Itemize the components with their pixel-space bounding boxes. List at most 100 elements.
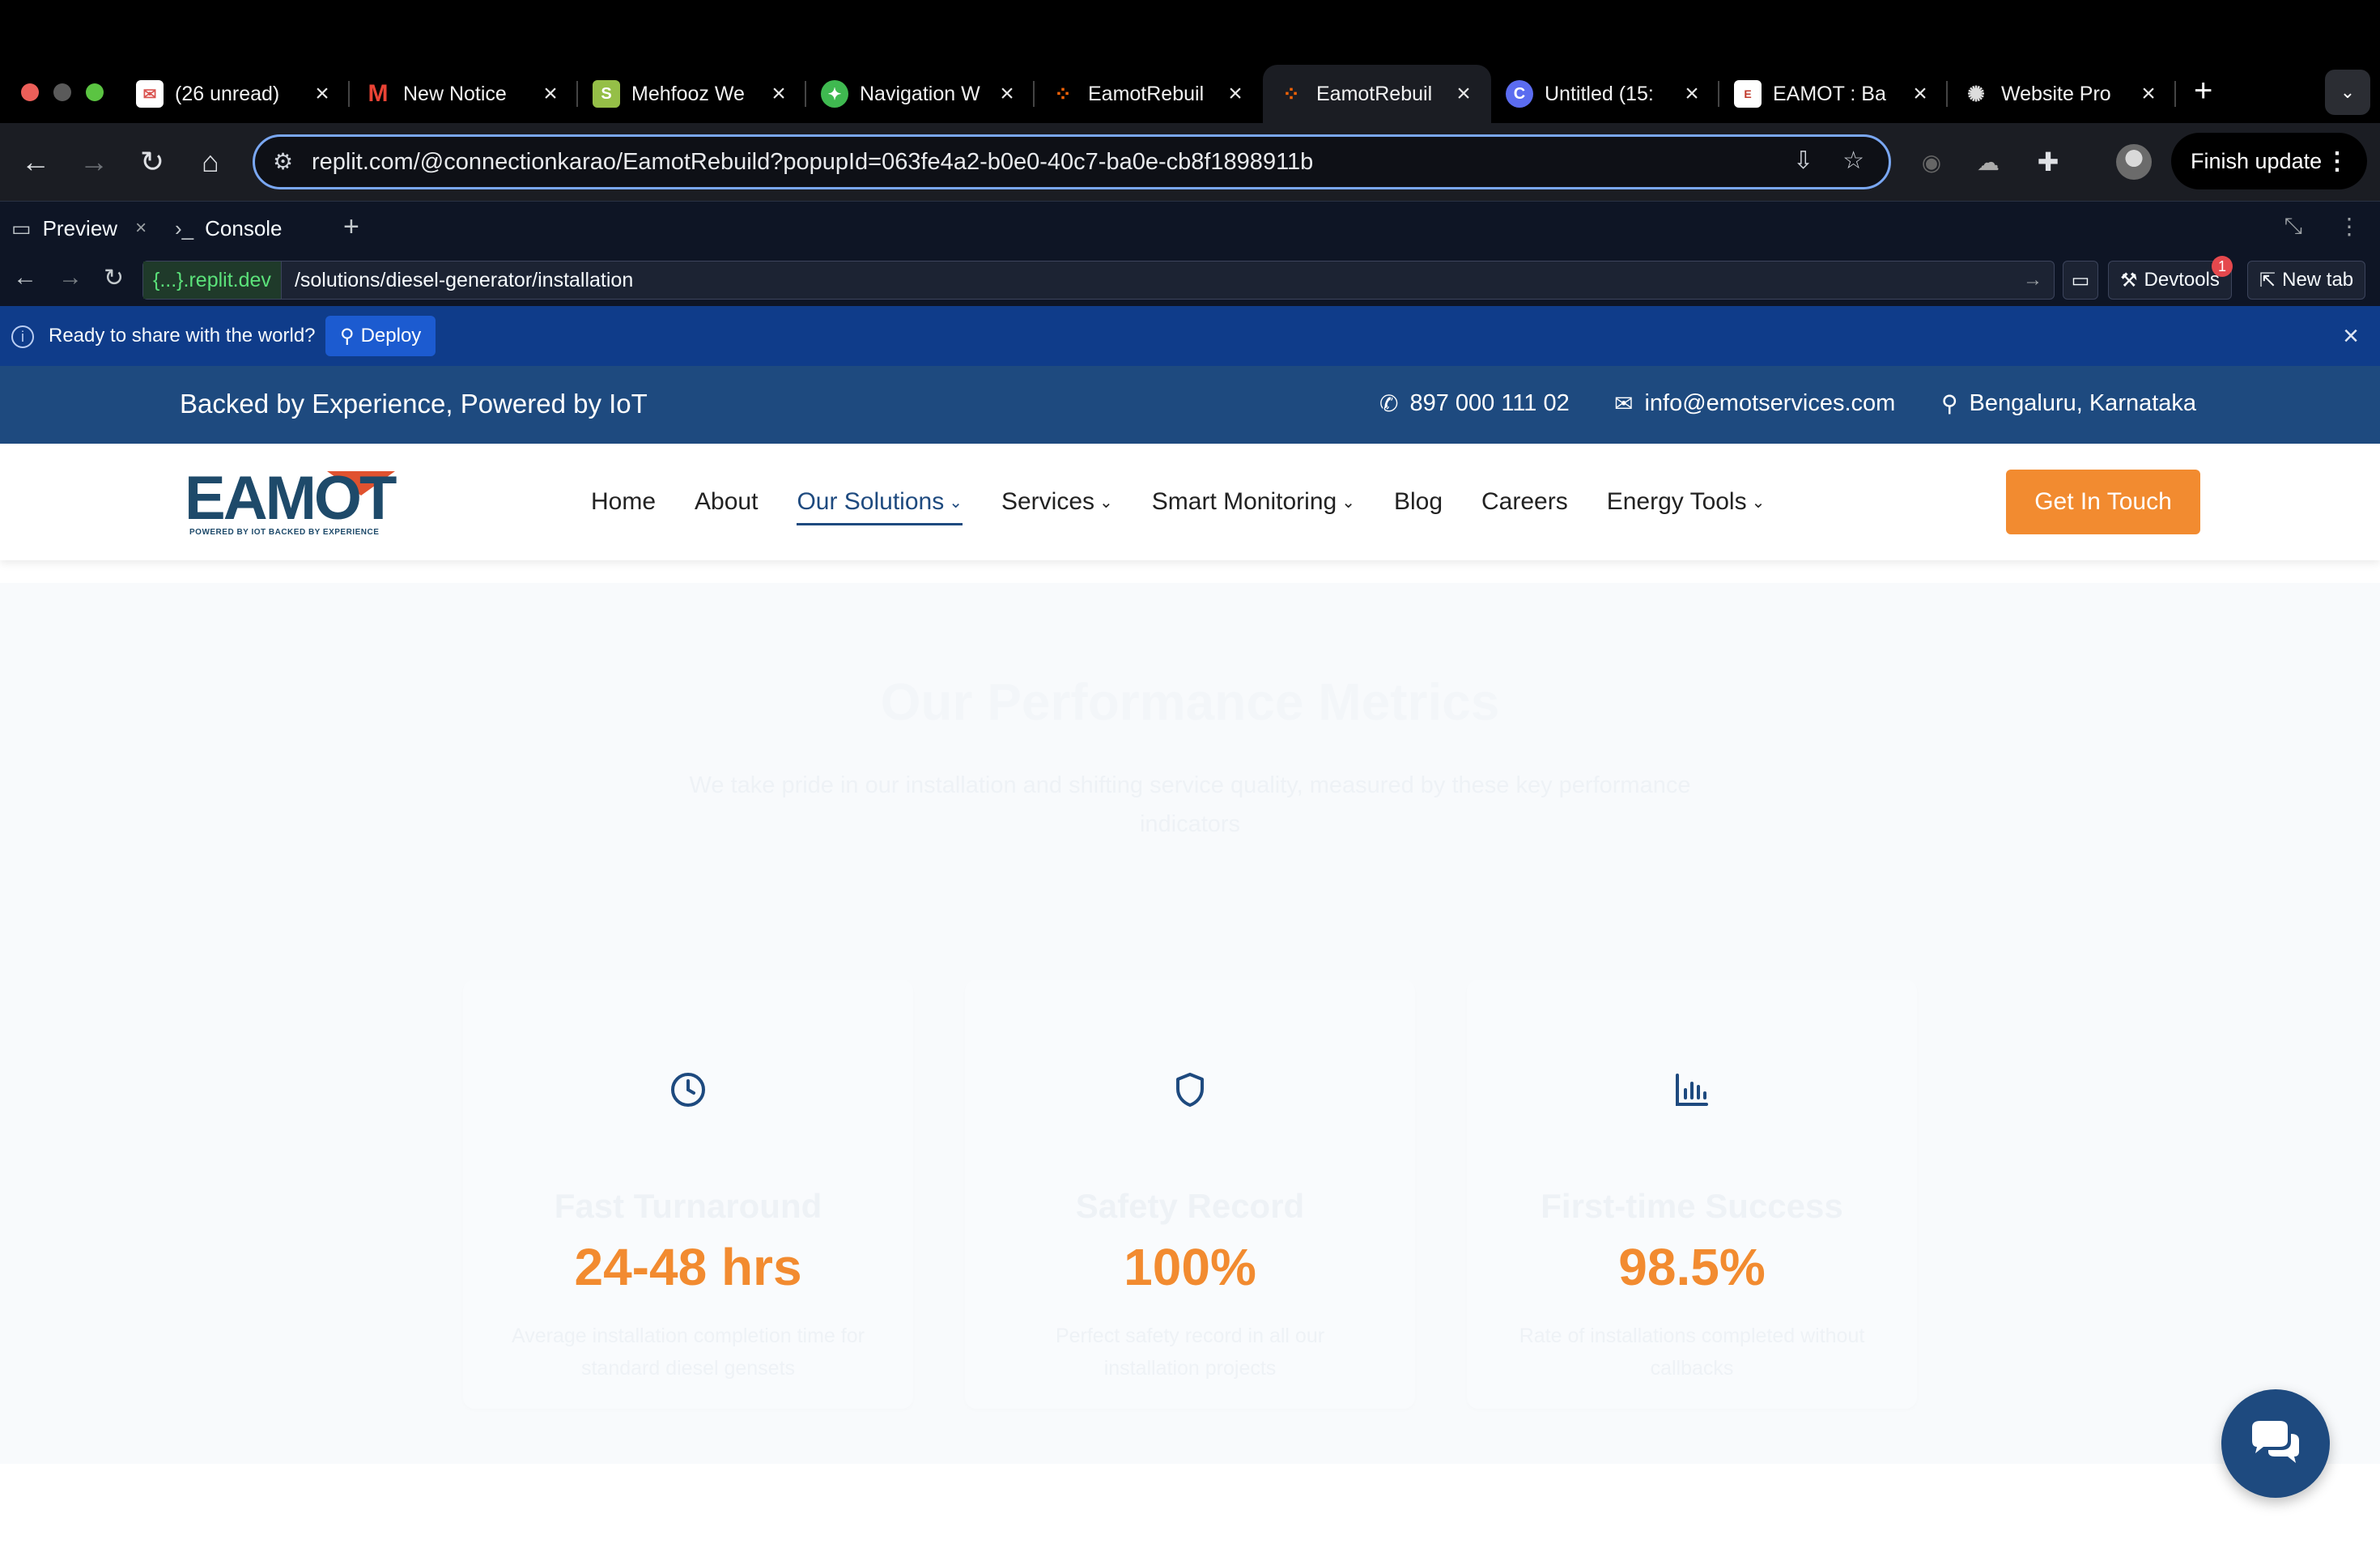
device-icon[interactable]: ▭ bbox=[2063, 261, 2098, 300]
reload-icon[interactable]: ↻ bbox=[131, 141, 173, 183]
close-icon[interactable]: × bbox=[1681, 80, 1703, 108]
get-in-touch-button[interactable]: Get In Touch bbox=[2006, 470, 2200, 534]
nav-label: Home bbox=[591, 488, 657, 515]
browser-toolbar: ← → ↻ ⌂ ⚙ replit.com/@connectionkarao/Ea… bbox=[0, 123, 2380, 201]
info-icon: i bbox=[11, 325, 34, 348]
tab-preview[interactable]: ▭ Preview × bbox=[11, 202, 147, 255]
preview-host: {...}.replit.dev bbox=[143, 262, 282, 299]
collapse-icon[interactable]: ⤡ bbox=[2284, 213, 2302, 240]
chevron-down-icon: ⌄ bbox=[1751, 493, 1766, 512]
finish-update-button[interactable]: Finish update ⋮ bbox=[2171, 133, 2367, 189]
site-settings-icon[interactable]: ⚙ bbox=[273, 148, 293, 175]
close-icon[interactable]: × bbox=[2343, 321, 2359, 352]
gmail-icon: M bbox=[368, 80, 389, 107]
browser-tab[interactable]: C Untitled (15: × bbox=[1491, 65, 1719, 123]
pane-actions: ⤡ ⋮ bbox=[2284, 213, 2361, 240]
close-icon[interactable]: × bbox=[539, 80, 562, 108]
go-arrow-icon[interactable]: → bbox=[2023, 269, 2042, 291]
eamot-logo[interactable]: EAMOT POWERED BY IOT BACKED BY EXPERIENC… bbox=[185, 468, 397, 538]
close-icon[interactable]: × bbox=[996, 80, 1018, 108]
nav-label: Smart Monitoring bbox=[1151, 488, 1337, 515]
nav-careers[interactable]: Careers bbox=[1481, 488, 1568, 516]
location-text: Bengaluru, Karnataka bbox=[1969, 390, 2197, 416]
extension-cloud-icon[interactable]: ☁ bbox=[1967, 141, 2009, 183]
tab-search-button[interactable]: ⌄ bbox=[2325, 70, 2370, 115]
extensions-puzzle-icon[interactable]: ✚ bbox=[2027, 141, 2069, 183]
deploy-message: Ready to share with the world? bbox=[49, 325, 316, 347]
site-topbar: Backed by Experience, Powered by IoT ✆ 8… bbox=[0, 366, 2380, 444]
back-arrow-icon[interactable]: ← bbox=[15, 141, 57, 183]
rocket-icon: ⚲ bbox=[340, 325, 355, 347]
close-icon[interactable]: × bbox=[1452, 80, 1475, 108]
tab-separator bbox=[2174, 81, 2176, 107]
chevron-down-icon: ⌄ bbox=[1341, 493, 1355, 512]
site-main-nav: EAMOT POWERED BY IOT BACKED BY EXPERIENC… bbox=[0, 444, 2380, 560]
tab-title: New Notice bbox=[403, 82, 507, 105]
close-icon[interactable]: × bbox=[135, 217, 147, 240]
browser-tab[interactable]: S Mehfooz We × bbox=[578, 65, 806, 123]
logo-tagline: POWERED BY IOT BACKED BY EXPERIENCE bbox=[189, 528, 380, 537]
deploy-button[interactable]: ⚲ Deploy bbox=[325, 316, 436, 356]
reload-icon[interactable]: ↻ bbox=[104, 264, 124, 292]
new-tab-link[interactable]: ⇱ New tab bbox=[2247, 261, 2366, 300]
tab-title: Website Pro bbox=[2001, 82, 2111, 105]
nav-home[interactable]: Home bbox=[591, 488, 656, 516]
chevron-down-icon: ⌄ bbox=[949, 493, 963, 512]
browser-tab-active[interactable]: ⁘ EamotRebuil × bbox=[1263, 65, 1491, 123]
tab-console-label: Console bbox=[205, 215, 283, 240]
nav-our-solutions[interactable]: Our Solutions ⌄ bbox=[797, 488, 963, 525]
forward-arrow-icon[interactable]: → bbox=[73, 141, 115, 183]
window-zoom-button[interactable] bbox=[86, 83, 104, 101]
new-tab-button[interactable]: + bbox=[2194, 73, 2212, 109]
terminal-icon: ›_ bbox=[175, 215, 194, 240]
deploy-label: Deploy bbox=[360, 325, 422, 347]
metric-card-turnaround: Fast Turnaround 24-48 hrs Average instal… bbox=[463, 980, 913, 1409]
browser-tab[interactable]: ✦ Navigation W × bbox=[806, 65, 1035, 123]
install-app-icon[interactable]: ⇩ bbox=[1793, 147, 1813, 175]
more-vert-icon[interactable]: ⋮ bbox=[2338, 213, 2361, 240]
phone-number: 897 000 111 02 bbox=[1409, 390, 1570, 416]
nav-about[interactable]: About bbox=[695, 488, 758, 516]
location-contact: ⚲ Bengaluru, Karnataka bbox=[1941, 390, 2196, 417]
close-icon[interactable]: × bbox=[311, 80, 334, 108]
nav-label: Blog bbox=[1393, 488, 1443, 515]
forward-arrow-icon[interactable]: → bbox=[58, 264, 83, 291]
external-link-icon: ⇱ bbox=[2259, 269, 2276, 291]
close-icon[interactable]: × bbox=[1224, 80, 1247, 108]
profile-avatar[interactable] bbox=[2116, 144, 2152, 180]
close-icon[interactable]: × bbox=[1909, 80, 1932, 108]
chevron-down-icon: ⌄ bbox=[1099, 493, 1113, 512]
nav-smart-monitoring[interactable]: Smart Monitoring ⌄ bbox=[1152, 488, 1355, 516]
bookmark-star-icon[interactable]: ☆ bbox=[1842, 147, 1864, 175]
back-arrow-icon[interactable]: ← bbox=[13, 264, 37, 291]
browser-tab[interactable]: E EAMOT : Ba × bbox=[1719, 65, 1948, 123]
nav-services[interactable]: Services ⌄ bbox=[1001, 488, 1113, 516]
nav-blog[interactable]: Blog bbox=[1394, 488, 1443, 516]
add-tab-button[interactable]: + bbox=[343, 211, 359, 243]
home-icon[interactable]: ⌂ bbox=[189, 141, 232, 183]
chat-button[interactable] bbox=[2221, 1389, 2330, 1498]
tab-console[interactable]: ›_ Console bbox=[175, 202, 283, 255]
preview-url-bar[interactable]: {...}.replit.dev /solutions/diesel-gener… bbox=[142, 261, 2055, 300]
extension-robot-icon[interactable]: ◉ bbox=[1910, 141, 1953, 183]
browser-tab[interactable]: ✉ (26 unread) × bbox=[121, 65, 350, 123]
nav-energy-tools[interactable]: Energy Tools ⌄ bbox=[1607, 488, 1766, 516]
tab-title: Untitled (15: bbox=[1545, 82, 1654, 105]
bar-chart-icon bbox=[1467, 1070, 1917, 1113]
nav-menu: Home About Our Solutions ⌄ Services ⌄ Smar… bbox=[591, 444, 1804, 560]
new-tab-label: New tab bbox=[2282, 269, 2354, 291]
window-close-button[interactable] bbox=[21, 83, 39, 101]
metric-value: 100% bbox=[1124, 1238, 1256, 1296]
close-icon[interactable]: × bbox=[767, 80, 790, 108]
email-contact[interactable]: ✉ info@emotservices.com bbox=[1614, 390, 1895, 417]
address-bar[interactable]: ⚙ replit.com/@connectionkarao/EamotRebui… bbox=[253, 134, 1891, 189]
browser-tab[interactable]: ✺ Website Pro × bbox=[1948, 65, 2176, 123]
browser-tab[interactable]: M New Notice × bbox=[350, 65, 578, 123]
phone-contact[interactable]: ✆ 897 000 111 02 bbox=[1379, 390, 1570, 417]
close-icon[interactable]: × bbox=[2137, 80, 2160, 108]
devtools-badge: 1 bbox=[2212, 256, 2233, 277]
browser-tabs: ✉ (26 unread) × M New Notice × S Mehfooz… bbox=[121, 65, 2176, 123]
replit-nav-icon: ✦ bbox=[821, 80, 848, 108]
browser-tab[interactable]: ⁘ EamotRebuil × bbox=[1035, 65, 1263, 123]
window-minimize-button[interactable] bbox=[53, 83, 71, 101]
